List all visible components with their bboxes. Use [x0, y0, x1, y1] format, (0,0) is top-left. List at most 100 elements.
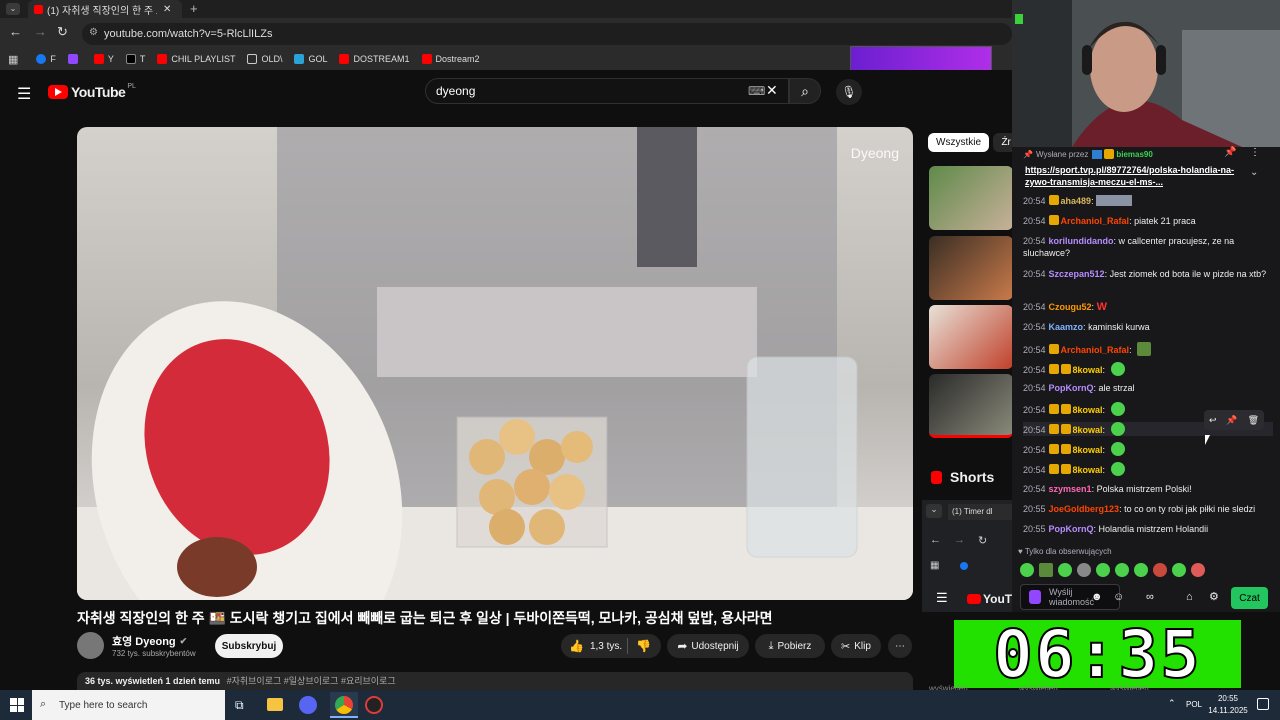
- thumbs-up-icon[interactable]: 👍: [569, 639, 584, 653]
- site-info-icon[interactable]: ⚙: [89, 27, 98, 38]
- recommended-video-thumbnail[interactable]: [929, 374, 1013, 438]
- description-box[interactable]: 36 tys. wyświetleń 1 dzień temu #자취브이로그 …: [77, 672, 913, 690]
- bookmark-twitch[interactable]: [67, 54, 82, 64]
- emote-icon[interactable]: [1077, 563, 1091, 577]
- clock[interactable]: 20:55 14.11.2025: [1208, 693, 1248, 717]
- recommended-video-thumbnail[interactable]: [929, 305, 1013, 369]
- thumbs-down-icon[interactable]: 👎: [636, 639, 651, 653]
- mini-back-icon[interactable]: ←: [930, 534, 941, 546]
- delete-icon[interactable]: 🗑: [1248, 415, 1259, 426]
- language-indicator[interactable]: POL: [1186, 700, 1202, 709]
- new-tab-button[interactable]: +: [190, 1, 198, 16]
- emote-picker-icon[interactable]: ☻: [1091, 591, 1103, 603]
- search-input[interactable]: dyeong: [425, 78, 789, 104]
- back-icon[interactable]: ←: [9, 24, 22, 39]
- recommended-video-thumbnail[interactable]: [929, 236, 1013, 300]
- settings-gear-icon[interactable]: ⚙: [1209, 590, 1219, 603]
- emote-icon[interactable]: [1115, 563, 1129, 577]
- mini-tab-list-icon[interactable]: ⌄: [926, 504, 942, 518]
- channel-avatar[interactable]: [77, 632, 104, 659]
- streamer-figure: [1012, 0, 1280, 147]
- tab-list-button[interactable]: ⌄: [6, 3, 20, 15]
- pinned-menu-icon[interactable]: ⋮: [1250, 147, 1260, 158]
- pinned-user[interactable]: biemas90: [1116, 150, 1152, 159]
- bookmark-facebook[interactable]: F: [36, 54, 56, 64]
- bookmark-old-folder[interactable]: OLD\: [247, 54, 282, 64]
- bookmark-dostream1[interactable]: DOSTREAM1: [339, 54, 410, 64]
- video-player[interactable]: Dyeong: [77, 127, 913, 600]
- bookmark-chil-playlist[interactable]: CHIL PLAYLIST: [157, 54, 235, 64]
- close-tab-icon[interactable]: ✕: [163, 4, 171, 15]
- chat-input[interactable]: Wyślij wiadomość: [1020, 584, 1120, 610]
- clear-search-icon[interactable]: ✕: [766, 82, 778, 99]
- keyboard-icon[interactable]: ⌨: [748, 84, 765, 98]
- subscribe-button[interactable]: Subskrybuj: [215, 634, 283, 658]
- emote-icon[interactable]: [1058, 563, 1072, 577]
- emote-icon[interactable]: [1153, 563, 1167, 577]
- view-count: 36 tys. wyświetleń 1 dzień temu: [85, 676, 221, 686]
- subscriber-count: 732 tys. subskrybentów: [112, 649, 196, 658]
- reply-icon[interactable]: ↩: [1209, 415, 1217, 426]
- unpin-icon[interactable]: 📌: [1224, 147, 1236, 158]
- bookmark-x[interactable]: T: [125, 54, 145, 64]
- obs-icon[interactable]: [365, 696, 383, 714]
- apps-grid-icon[interactable]: ▦: [8, 53, 18, 66]
- menu-icon[interactable]: ☰: [17, 84, 31, 104]
- chat-message: 20:55 JoeGoldberg123: to co on ty robi ja…: [1023, 504, 1256, 514]
- task-view-icon[interactable]: ⧉: [235, 698, 244, 713]
- pin-message-icon[interactable]: 📌: [1226, 415, 1237, 426]
- address-bar[interactable]: ⚙ youtube.com/watch?v=5-RlcLlILZs: [82, 23, 1012, 45]
- mini-apps-icon[interactable]: ▦: [930, 560, 939, 571]
- download-button[interactable]: ⤓ Pobierz: [755, 634, 825, 658]
- discord-icon[interactable]: [299, 696, 317, 714]
- search-button[interactable]: ⌕: [789, 78, 821, 104]
- channel-name-row[interactable]: 효영 Dyeong ✔: [112, 633, 187, 649]
- youtube-logo[interactable]: YouTube PL: [48, 83, 136, 100]
- emote-icon[interactable]: [1172, 563, 1186, 577]
- twitch-icon: [67, 54, 78, 64]
- notification-icon[interactable]: [1257, 698, 1269, 710]
- show-hidden-icons[interactable]: ⌃: [1168, 698, 1176, 709]
- windows-start-icon[interactable]: [10, 698, 24, 712]
- emote-icon: [1137, 342, 1152, 356]
- expand-pinned-icon[interactable]: ⌄: [1250, 167, 1258, 178]
- chip-all[interactable]: Wszystkie: [928, 133, 989, 152]
- hashtags[interactable]: #자취브이로그 #일상브이로그 #요리브이로그: [227, 676, 396, 686]
- share-button[interactable]: ➦ Udostępnij: [667, 634, 749, 658]
- forward-icon[interactable]: →: [34, 24, 47, 39]
- pinned-link[interactable]: https://sport.tvp.pl/89772764/polska-hol…: [1025, 164, 1245, 188]
- file-explorer-icon[interactable]: [267, 698, 283, 711]
- store-icon[interactable]: ⌂: [1186, 591, 1193, 603]
- reload-icon[interactable]: ↻: [57, 24, 68, 40]
- mini-menu-icon[interactable]: ☰: [936, 590, 948, 606]
- mini-forward-icon[interactable]: →: [954, 534, 965, 546]
- mini-facebook-icon[interactable]: [960, 562, 968, 570]
- clip-button[interactable]: ✂ Klip: [831, 634, 881, 658]
- smile-icon[interactable]: ☺: [1113, 591, 1124, 603]
- more-actions-button[interactable]: ⋯: [888, 634, 912, 658]
- browser-tab[interactable]: (1) 자취생 직장인의 한 주 도 ✕: [28, 0, 182, 18]
- emote-icon[interactable]: [1134, 563, 1148, 577]
- bookmark-gol[interactable]: GOL: [294, 54, 327, 64]
- youtube-icon: [339, 54, 350, 64]
- more-icon: ⋯: [895, 640, 905, 652]
- emote-icon[interactable]: [1096, 563, 1110, 577]
- emote-icon[interactable]: [1039, 563, 1053, 577]
- recommended-video-thumbnail[interactable]: [929, 166, 1013, 230]
- chat-send-button[interactable]: Czat: [1231, 587, 1268, 609]
- video-title: 자취생 직장인의 한 주 🍱 도시락 챙기고 집에서 빼빼로 굽는 퇴근 후 일…: [77, 610, 773, 626]
- chrome-taskbar-button[interactable]: [330, 692, 358, 718]
- bookmark-youtube[interactable]: Y: [93, 54, 114, 64]
- emote-icon[interactable]: [1191, 563, 1205, 577]
- emote-icon[interactable]: [1020, 563, 1034, 577]
- voice-search-button[interactable]: 🎙: [836, 79, 862, 105]
- mini-reload-icon[interactable]: ↻: [978, 534, 987, 547]
- taskbar-search-box[interactable]: ⌕ Type here to search: [32, 690, 225, 720]
- mini-tab-title[interactable]: (1) Timer dl: [948, 504, 1012, 520]
- followers-only-notice: ♥ Tylko dla obserwujących: [1018, 547, 1112, 556]
- like-count[interactable]: 1,3 tys.: [590, 641, 622, 652]
- bookmark-dostream2[interactable]: Dostream2: [421, 54, 480, 64]
- mini-youtube-logo[interactable]: YouTu: [967, 592, 1019, 606]
- channel-points-icon[interactable]: ∞: [1146, 591, 1154, 603]
- gol-icon: [294, 54, 305, 64]
